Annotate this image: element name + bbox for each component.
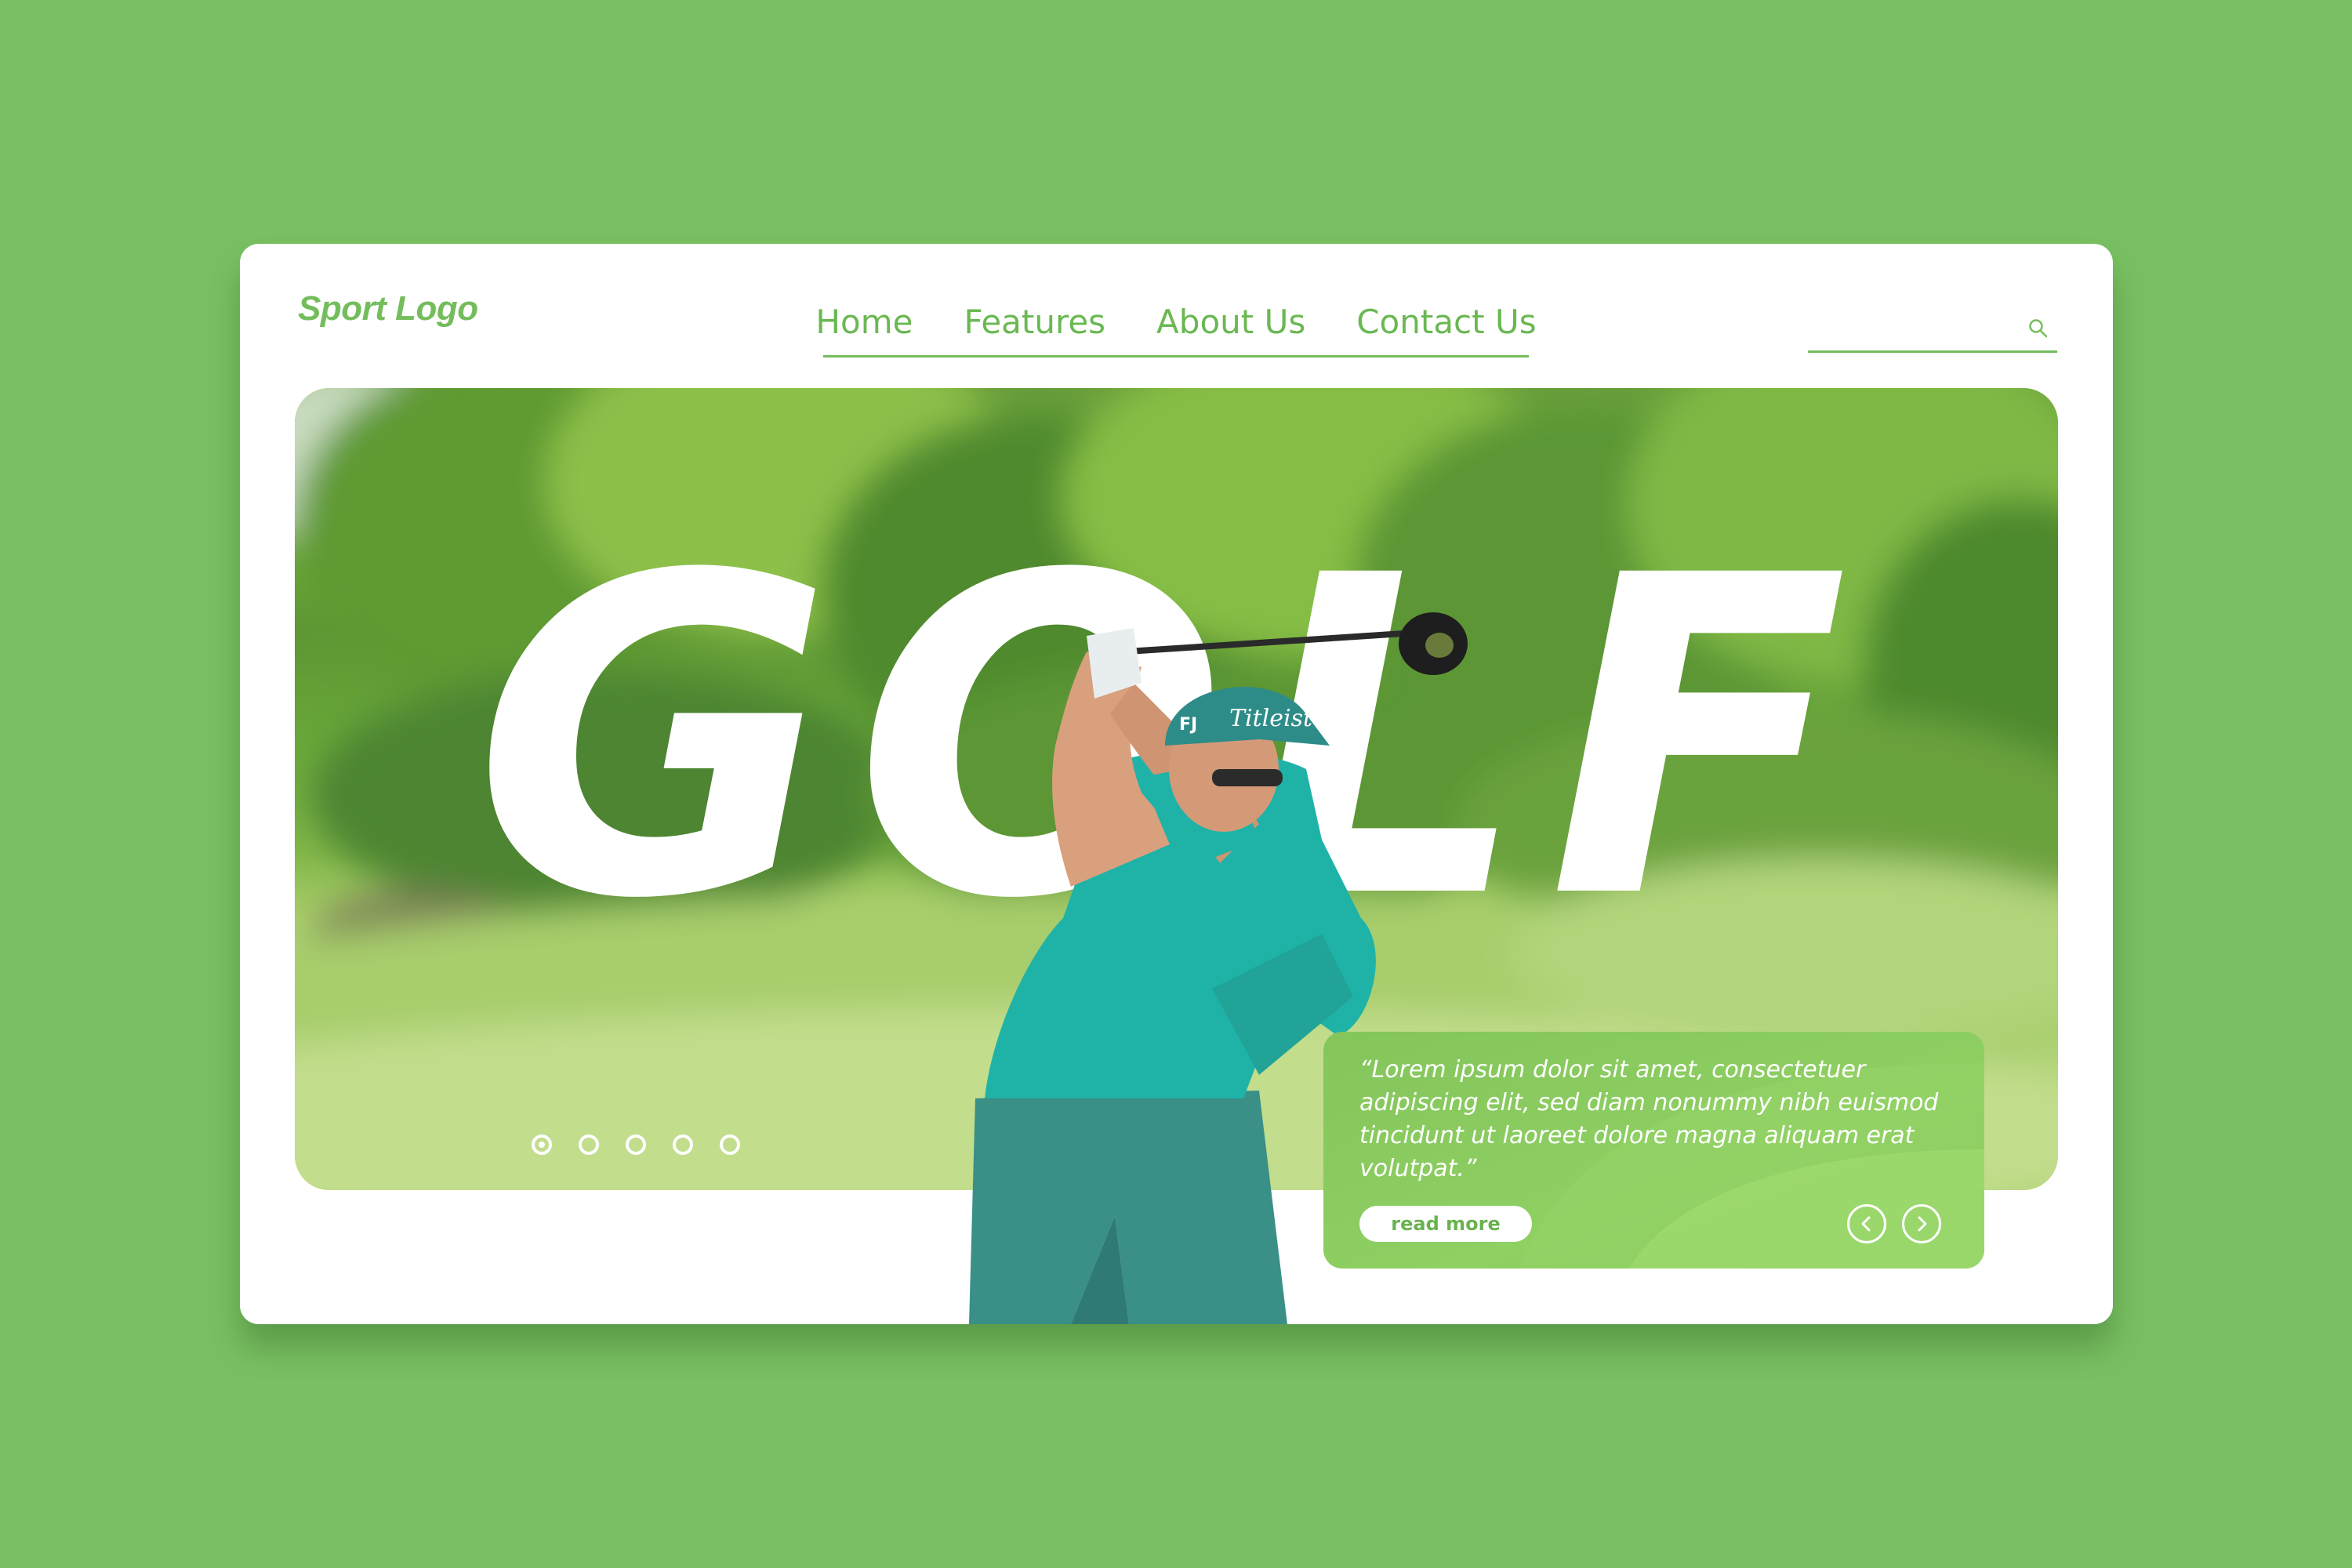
quote-card: “Lorem ipsum dolor sit amet, consectetue… [1323, 1032, 1984, 1269]
nav-features[interactable]: Features [964, 291, 1105, 355]
landing-card: Sport Logo Home Features About Us Contac… [240, 244, 2113, 1324]
nav-contact-us[interactable]: Contact Us [1356, 291, 1536, 355]
quote-text: “Lorem ipsum dolor sit amet, consectetue… [1359, 1056, 1939, 1182]
search-icon[interactable] [2027, 318, 2049, 339]
slide-indicators [532, 1134, 740, 1155]
read-more-button[interactable]: read more [1359, 1206, 1532, 1242]
nav-about-us[interactable]: About Us [1156, 291, 1305, 355]
hero-title: GOLF [474, 484, 1869, 995]
slide-dot-1[interactable] [532, 1134, 552, 1155]
slide-dot-2[interactable] [579, 1134, 599, 1155]
main-nav: Home Features About Us Contact Us [815, 291, 1537, 358]
next-slide-button[interactable] [1902, 1204, 1941, 1243]
chevron-left-icon [1861, 1216, 1871, 1232]
prev-slide-button[interactable] [1847, 1204, 1886, 1243]
slide-dot-5[interactable] [720, 1134, 740, 1155]
sport-logo[interactable]: Sport Logo [298, 289, 478, 328]
nav-home[interactable]: Home [815, 291, 913, 355]
search-bar [1808, 303, 2057, 353]
slide-dot-4[interactable] [673, 1134, 693, 1155]
search-input[interactable] [1808, 303, 2023, 349]
chevron-right-icon [1918, 1216, 1927, 1232]
slide-dot-3[interactable] [626, 1134, 646, 1155]
